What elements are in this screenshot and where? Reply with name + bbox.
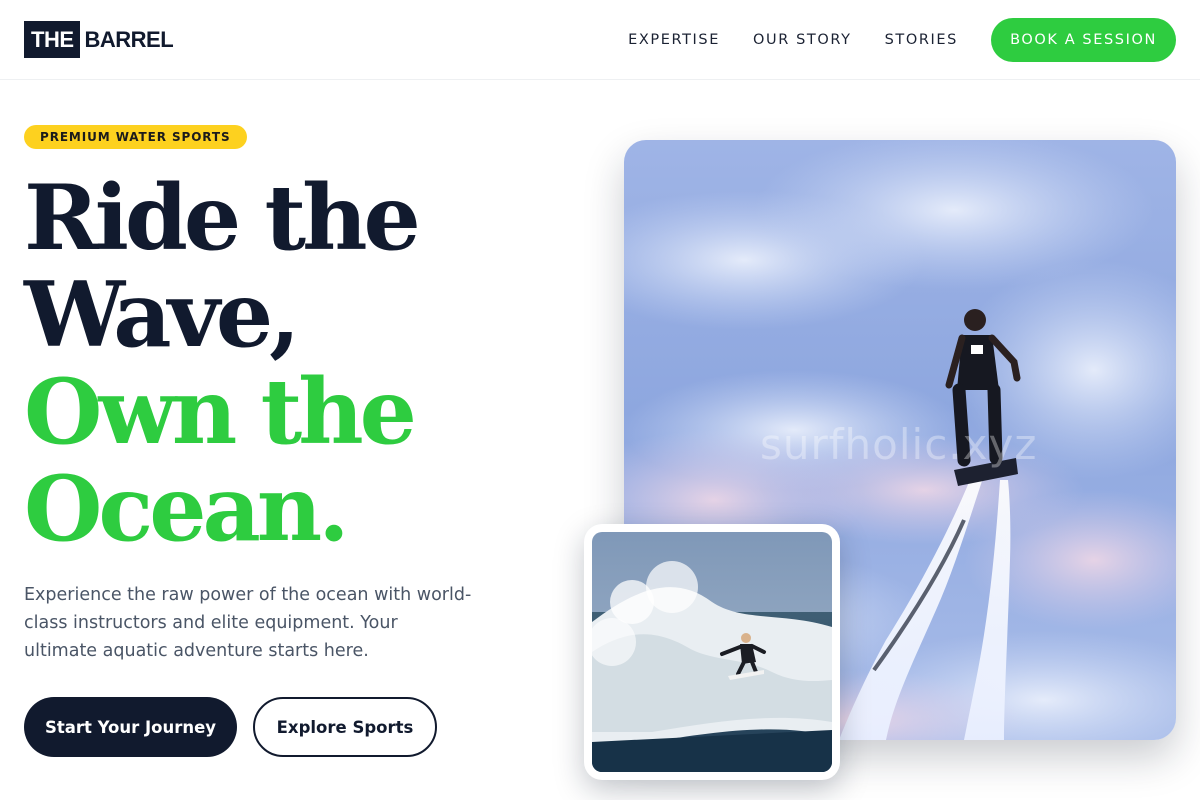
headline-line-1: Ride the [24, 165, 421, 271]
hero-description: Experience the raw power of the ocean wi… [24, 585, 472, 661]
nav-link-our-story[interactable]: OUR STORY [753, 32, 852, 48]
category-badge: PREMIUM WATER SPORTS [24, 125, 247, 149]
site-header: THE BARREL EXPERTISE OUR STORY STORIES B… [0, 0, 1200, 80]
headline-line-4: Ocean. [24, 456, 350, 562]
start-journey-button[interactable]: Start Your Journey [24, 697, 237, 757]
brand-logo[interactable]: THE BARREL [24, 21, 174, 58]
logo-text: BARREL [84, 26, 174, 52]
hero-headline: Ride the Wave, Own the Ocean. [24, 165, 421, 562]
nav-link-expertise[interactable]: EXPERTISE [628, 32, 720, 48]
headline-line-2: Wave, [24, 262, 300, 368]
surfer-wave-photo [592, 532, 832, 772]
headline-line-3: Own the [24, 359, 417, 465]
surfer-inset-card [584, 524, 840, 780]
nav-link-stories[interactable]: STORIES [885, 32, 958, 48]
image-watermark: surfholic.xyz [760, 420, 1038, 469]
book-session-button[interactable]: BOOK A SESSION [991, 18, 1176, 62]
explore-sports-button[interactable]: Explore Sports [253, 697, 437, 757]
logo-box: THE [24, 21, 80, 58]
main-nav: EXPERTISE OUR STORY STORIES BOOK A SESSI… [628, 18, 1176, 62]
